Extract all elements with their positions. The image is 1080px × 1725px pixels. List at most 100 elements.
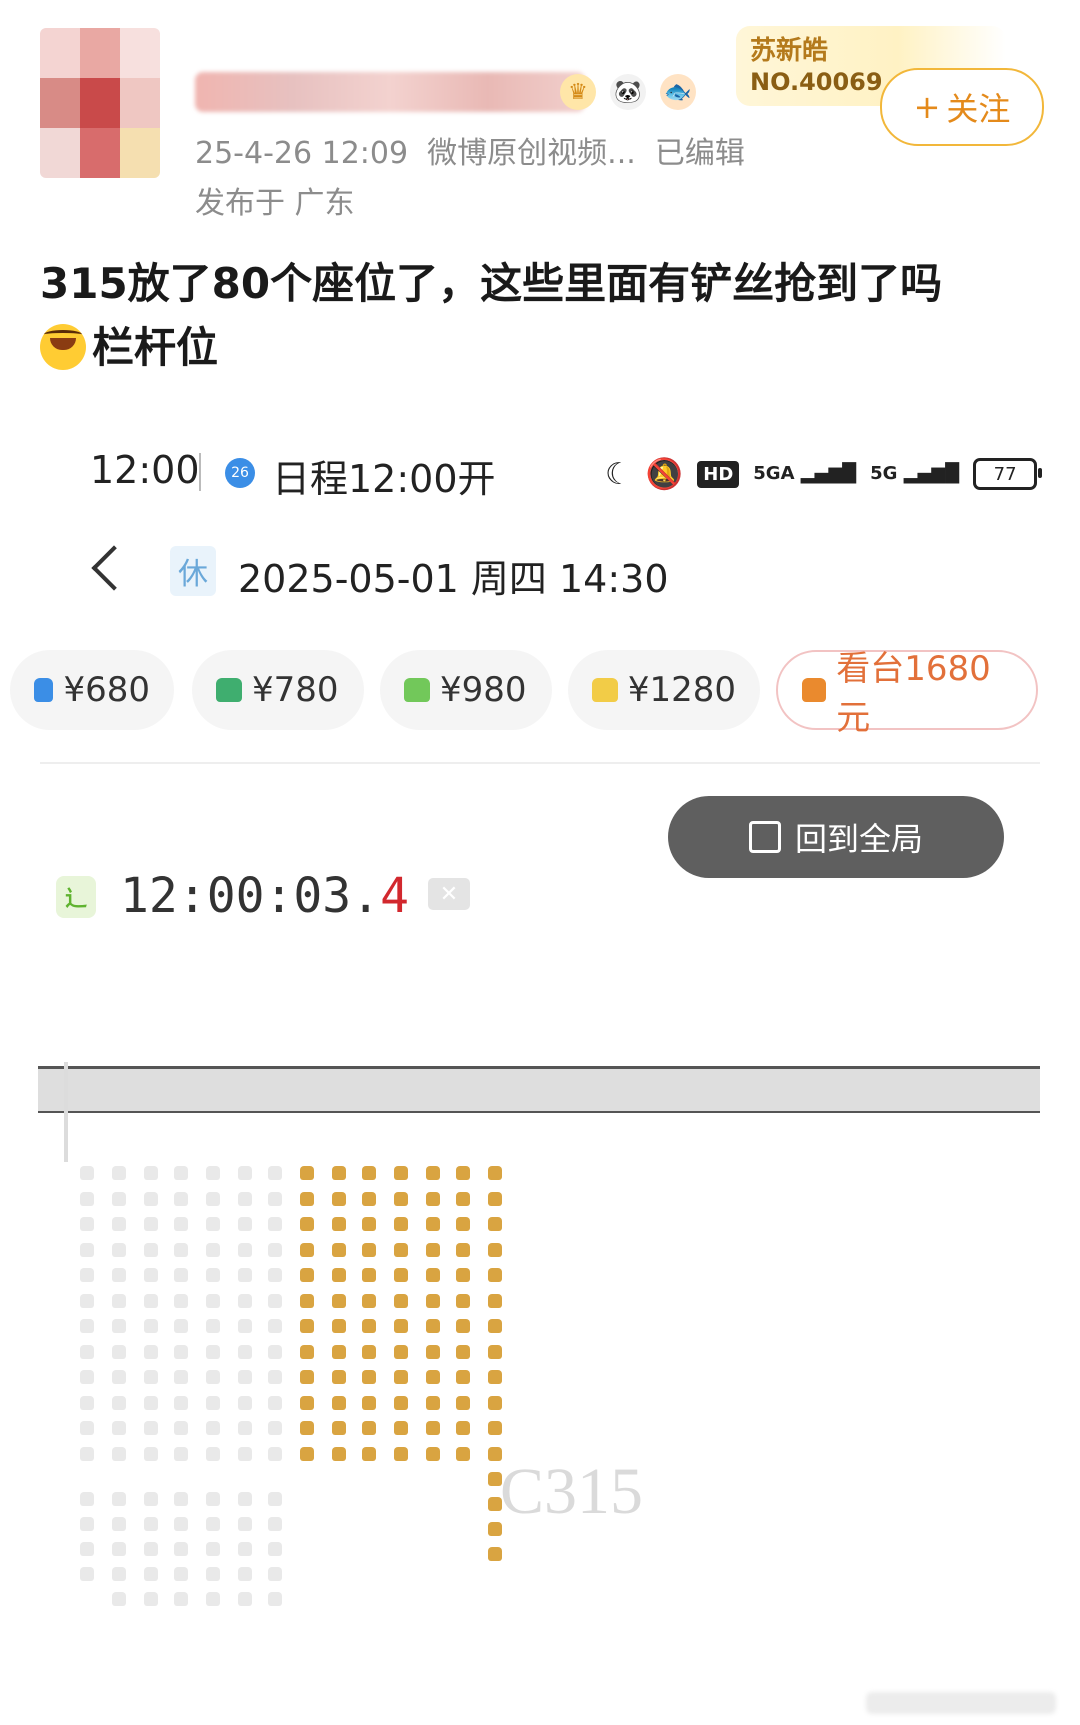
seat-available[interactable] xyxy=(488,1547,502,1561)
seat-unavailable xyxy=(238,1319,252,1333)
seat-available[interactable] xyxy=(426,1191,440,1206)
seat-available[interactable] xyxy=(362,1319,376,1333)
seat-available[interactable] xyxy=(394,1268,408,1282)
seat-available[interactable] xyxy=(362,1268,376,1282)
seat-available[interactable] xyxy=(456,1242,470,1257)
seat-available[interactable] xyxy=(456,1421,470,1435)
seat-available[interactable] xyxy=(426,1446,440,1461)
seat-unavailable xyxy=(80,1293,94,1308)
seat-available[interactable] xyxy=(362,1293,376,1308)
seat-available[interactable] xyxy=(394,1446,408,1461)
seat-available[interactable] xyxy=(488,1242,502,1257)
seat-available[interactable] xyxy=(362,1242,376,1257)
seat-available[interactable] xyxy=(488,1217,502,1231)
seat-available[interactable] xyxy=(488,1191,502,1206)
seat-available[interactable] xyxy=(394,1293,408,1308)
seat-unavailable xyxy=(112,1542,126,1556)
seat-unavailable xyxy=(174,1268,188,1282)
seat-available[interactable] xyxy=(456,1344,470,1359)
seat-available[interactable] xyxy=(394,1370,408,1384)
seat-unavailable xyxy=(144,1344,158,1359)
seat-unavailable xyxy=(80,1268,94,1282)
seat-available[interactable] xyxy=(394,1344,408,1359)
seat-available[interactable] xyxy=(394,1421,408,1435)
seat-available[interactable] xyxy=(332,1446,346,1461)
seat-available[interactable] xyxy=(362,1344,376,1359)
seat-available[interactable] xyxy=(300,1395,314,1410)
seat-available[interactable] xyxy=(362,1421,376,1435)
seat-available[interactable] xyxy=(300,1319,314,1333)
seat-available[interactable] xyxy=(332,1166,346,1180)
seat-available[interactable] xyxy=(332,1344,346,1359)
seat-available[interactable] xyxy=(488,1166,502,1180)
seat-available[interactable] xyxy=(488,1395,502,1410)
seat-available[interactable] xyxy=(456,1319,470,1333)
seat-available[interactable] xyxy=(488,1293,502,1308)
seat-available[interactable] xyxy=(426,1166,440,1180)
seat-available[interactable] xyxy=(426,1217,440,1231)
seat-available[interactable] xyxy=(394,1191,408,1206)
seat-unavailable xyxy=(268,1592,282,1606)
seat-available[interactable] xyxy=(300,1370,314,1384)
seat-available[interactable] xyxy=(300,1242,314,1257)
seat-available[interactable] xyxy=(300,1293,314,1308)
seat-unavailable xyxy=(112,1567,126,1581)
seat-unavailable xyxy=(144,1567,158,1581)
seat-available[interactable] xyxy=(426,1395,440,1410)
seat-available[interactable] xyxy=(456,1191,470,1206)
seat-available[interactable] xyxy=(426,1421,440,1435)
seat-available[interactable] xyxy=(394,1217,408,1231)
seat-available[interactable] xyxy=(332,1370,346,1384)
seat-available[interactable] xyxy=(426,1319,440,1333)
seat-available[interactable] xyxy=(332,1293,346,1308)
seat-available[interactable] xyxy=(456,1166,470,1180)
seat-available[interactable] xyxy=(362,1395,376,1410)
seat-unavailable xyxy=(144,1542,158,1556)
seat-available[interactable] xyxy=(456,1293,470,1308)
seat-available[interactable] xyxy=(426,1370,440,1384)
seat-unavailable xyxy=(206,1166,220,1180)
seat-unavailable xyxy=(174,1421,188,1435)
seat-available[interactable] xyxy=(426,1293,440,1308)
seat-available[interactable] xyxy=(456,1217,470,1231)
seat-available[interactable] xyxy=(300,1421,314,1435)
seat-available[interactable] xyxy=(394,1319,408,1333)
seat-available[interactable] xyxy=(332,1242,346,1257)
seat-available[interactable] xyxy=(426,1268,440,1282)
seat-available[interactable] xyxy=(362,1217,376,1231)
seat-available[interactable] xyxy=(394,1166,408,1180)
seat-available[interactable] xyxy=(300,1166,314,1180)
seat-available[interactable] xyxy=(426,1242,440,1257)
seat-available[interactable] xyxy=(300,1446,314,1461)
seat-available[interactable] xyxy=(456,1395,470,1410)
seat-available[interactable] xyxy=(332,1268,346,1282)
seat-available[interactable] xyxy=(300,1191,314,1206)
seat-unavailable xyxy=(144,1319,158,1333)
seat-available[interactable] xyxy=(362,1446,376,1461)
seat-available[interactable] xyxy=(332,1319,346,1333)
seat-available[interactable] xyxy=(300,1344,314,1359)
seat-available[interactable] xyxy=(332,1191,346,1206)
seat-available[interactable] xyxy=(300,1217,314,1231)
seat-available[interactable] xyxy=(332,1395,346,1410)
seat-available[interactable] xyxy=(362,1191,376,1206)
seat-available[interactable] xyxy=(394,1242,408,1257)
seat-available[interactable] xyxy=(332,1217,346,1231)
seat-available[interactable] xyxy=(362,1166,376,1180)
seat-available[interactable] xyxy=(332,1421,346,1435)
seat-available[interactable] xyxy=(300,1268,314,1282)
seat-available[interactable] xyxy=(488,1344,502,1359)
seat-available[interactable] xyxy=(394,1395,408,1410)
seat-unavailable xyxy=(206,1344,220,1359)
seat-unavailable xyxy=(206,1542,220,1556)
seat-available[interactable] xyxy=(362,1370,376,1384)
seat-available[interactable] xyxy=(426,1344,440,1359)
seat-available[interactable] xyxy=(488,1421,502,1435)
seat-available[interactable] xyxy=(488,1319,502,1333)
seat-available[interactable] xyxy=(456,1446,470,1461)
seat-unavailable xyxy=(238,1370,252,1384)
seat-available[interactable] xyxy=(456,1370,470,1384)
seat-available[interactable] xyxy=(456,1268,470,1282)
seat-available[interactable] xyxy=(488,1268,502,1282)
seat-available[interactable] xyxy=(488,1370,502,1384)
